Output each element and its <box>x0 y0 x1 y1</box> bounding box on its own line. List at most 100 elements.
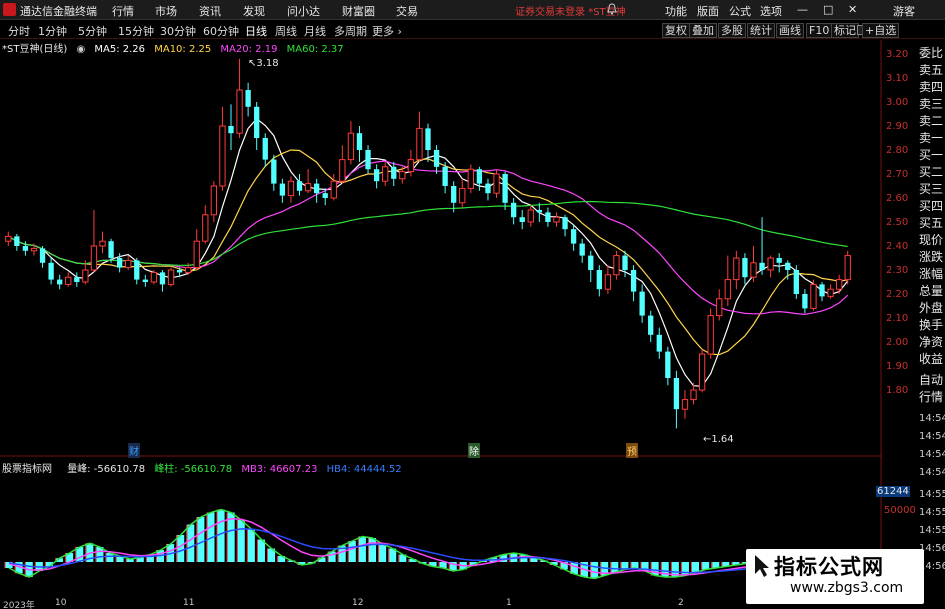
time-label: 14:54 <box>919 449 945 460</box>
candle-body <box>742 258 748 278</box>
period-weekly[interactable]: 周线 <box>275 23 297 39</box>
candle-body <box>493 173 500 194</box>
period-fenshi[interactable]: 分时 <box>8 23 30 39</box>
legend-toggle-icon[interactable]: ◉ <box>76 44 85 55</box>
candle-body <box>287 180 295 197</box>
link-gongneng[interactable]: 功能 <box>665 3 687 19</box>
menu-caifuquan[interactable]: 财富圈 <box>342 3 375 19</box>
candle-body <box>313 183 320 194</box>
event-mark-yu[interactable]: 预 <box>626 443 638 458</box>
guest-label[interactable]: 游客 <box>893 3 915 19</box>
link-xuanxiang[interactable]: 选项 <box>760 3 782 19</box>
candle-body <box>74 277 80 282</box>
candle-body <box>167 269 175 285</box>
maximize-button[interactable]: □ <box>823 3 833 16</box>
menu-faxian[interactable]: 发现 <box>243 3 265 19</box>
fuquan-button[interactable]: 复权 <box>662 23 690 38</box>
biaoji-button[interactable]: 标记 <box>831 23 859 38</box>
time-label: 14:54 <box>919 431 945 442</box>
period-monthly[interactable]: 月线 <box>304 23 326 39</box>
menu-zixun[interactable]: 资讯 <box>199 3 221 19</box>
candle-body <box>733 257 740 281</box>
price-tick: 3.00 <box>886 97 909 108</box>
candle-body <box>519 217 525 222</box>
sub-bar <box>661 562 669 577</box>
quote-label: 换手 <box>919 318 944 332</box>
period-1min[interactable]: 1分钟 <box>38 23 67 39</box>
legend-ma5: MA5: 2.26 <box>94 44 146 55</box>
period-daily[interactable]: 日线 <box>245 23 267 39</box>
menu-jiaoyi[interactable]: 交易 <box>396 3 418 19</box>
sub-bar <box>247 529 255 562</box>
legend-ma20: MA20: 2.19 <box>220 44 278 55</box>
close-icon[interactable]: ✕ <box>848 3 857 16</box>
sub-axis-value: 61244 <box>876 486 910 497</box>
candle-body <box>22 246 29 251</box>
quote-label: 涨跌 <box>919 250 944 264</box>
period-60min[interactable]: 60分钟 <box>203 23 239 39</box>
candle-body <box>776 258 782 263</box>
quote-label: 收益 <box>919 352 944 366</box>
app-title: 通达信金融终端 <box>20 5 97 18</box>
ma-line-ma60 <box>8 200 848 267</box>
menu-wenxiaoda[interactable]: 问小达 <box>287 3 320 19</box>
legend-ma60: MA60: 2.37 <box>286 44 344 55</box>
minimize-button[interactable]: — <box>797 3 808 16</box>
candle-body <box>570 229 577 244</box>
candle-body <box>254 106 260 138</box>
candle-body <box>511 202 517 218</box>
tongji-button[interactable]: 统计 <box>747 23 775 38</box>
sub-bar <box>257 539 265 562</box>
sub-bar <box>348 541 356 562</box>
candle-body <box>802 294 808 309</box>
kline-chart[interactable] <box>0 40 882 598</box>
event-mark-chu[interactable]: 除 <box>468 443 480 458</box>
sub-indicator-name[interactable]: 股票指标网 <box>2 464 58 475</box>
candle-body <box>622 255 628 270</box>
duogu-button[interactable]: 多股 <box>718 23 746 38</box>
quote-tab[interactable]: 行情 <box>919 391 943 404</box>
quote-label: 现价 <box>919 233 944 247</box>
time-label: 14:55 <box>919 507 945 518</box>
period-30min[interactable]: 30分钟 <box>160 23 196 39</box>
candle-body <box>604 274 612 290</box>
menu-hangqing[interactable]: 行情 <box>112 3 134 19</box>
period-multi[interactable]: 多周期 <box>334 23 367 39</box>
quote-label: 涨幅 <box>919 267 944 281</box>
sub-bar <box>591 562 599 579</box>
candle-body <box>442 166 448 186</box>
date-tick: 11 <box>183 598 195 608</box>
period-toolbar: 分时 1分钟 5分钟 15分钟 30分钟 60分钟 日线 周线 月线 多周期 更… <box>0 21 945 39</box>
price-tick: 2.40 <box>886 241 909 252</box>
bell-icon[interactable] <box>607 3 617 15</box>
candle-body <box>785 262 791 270</box>
menu-shichang[interactable]: 市场 <box>155 3 177 19</box>
sub-bar <box>368 538 377 562</box>
low-annotation: ←1.64 <box>703 434 734 445</box>
time-label: 14:54 <box>919 413 945 424</box>
sub-bar <box>177 535 185 562</box>
quote-label: 买五 <box>919 216 944 230</box>
event-mark-cai[interactable]: 财 <box>128 443 140 458</box>
period-15min[interactable]: 15分钟 <box>118 23 154 39</box>
candle-body <box>844 255 851 281</box>
quote-label: 委比 <box>919 46 944 60</box>
link-gongshi[interactable]: 公式 <box>729 3 751 19</box>
huaxian-button[interactable]: 画线 <box>776 23 804 38</box>
price-tick: 2.50 <box>886 217 909 228</box>
candle-body <box>690 389 697 401</box>
candle-body <box>219 125 226 187</box>
link-banmian[interactable]: 版面 <box>697 3 719 19</box>
sub-bar <box>358 536 366 562</box>
add-favorite-button[interactable]: +自选 <box>862 23 900 38</box>
sub-legend: 股票指标网 量峰: -56610.78 峰柱: -56610.78 MB3: 4… <box>2 460 408 475</box>
candle-body <box>150 271 158 283</box>
diejia-button[interactable]: 叠加 <box>689 23 717 38</box>
auto-button[interactable]: 自动 <box>919 374 943 387</box>
price-tick: 2.00 <box>886 337 909 348</box>
candle-body <box>485 183 491 194</box>
period-5min[interactable]: 5分钟 <box>78 23 107 39</box>
f10-button[interactable]: F10 <box>806 23 833 38</box>
period-more[interactable]: 更多 › <box>372 23 402 39</box>
candle-body <box>656 334 662 352</box>
